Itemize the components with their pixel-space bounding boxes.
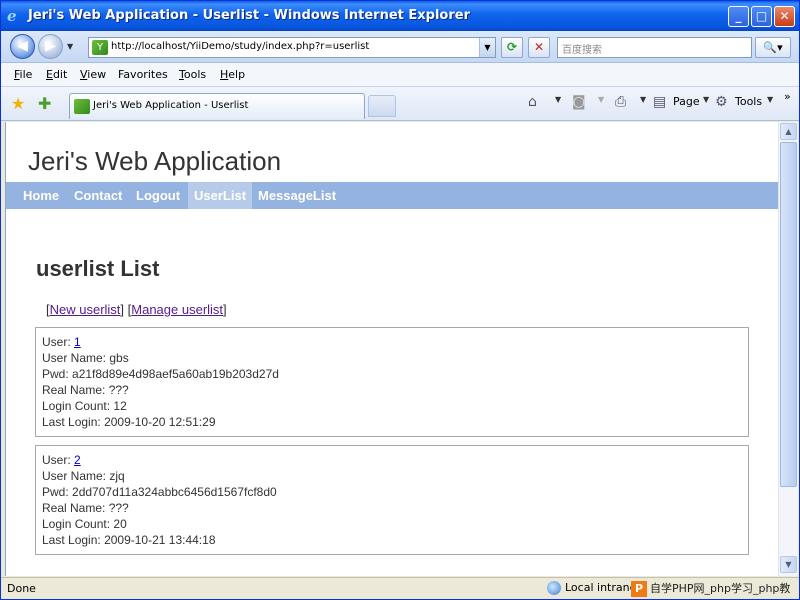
security-zone[interactable]: Local intranet (547, 581, 641, 595)
forward-button[interactable]: ▶ (38, 34, 63, 59)
search-placeholder: 百度搜索 (562, 45, 602, 56)
address-dropdown-icon[interactable]: ▼ (479, 38, 495, 57)
address-url[interactable]: http://localhost/YiiDemo/study/index.php… (111, 41, 369, 52)
add-favorites-icon[interactable]: ✚ (38, 94, 51, 113)
menu-file[interactable]: File (14, 68, 32, 81)
nav-messagelist[interactable]: MessageList (252, 182, 342, 209)
list-item: User: 2 User Name: zjq Pwd: 2dd707d11a32… (35, 445, 749, 555)
page-menu-button[interactable]: Page (673, 95, 700, 108)
lastlogin-value: 2009-10-21 13:44:18 (104, 533, 216, 547)
tools-menu-button[interactable]: Tools (735, 95, 762, 108)
new-tab-button[interactable] (368, 95, 396, 117)
list-item: User: 1 User Name: gbs Pwd: a21f8d89e4d9… (35, 327, 749, 437)
tab-favicon-icon (74, 99, 90, 114)
back-button[interactable]: ◀ (10, 34, 35, 59)
page-content: Jeri's Web Application Home Contact Logo… (5, 122, 778, 576)
status-bar: Done Local intranet P 自学PHP网_php学习_php教 (1, 577, 799, 599)
print-icon[interactable]: ⎙ (615, 94, 626, 110)
ie-icon: e (7, 7, 17, 25)
vertical-scrollbar[interactable]: ▲ ▼ (778, 122, 798, 576)
menu-favorites[interactable]: Favorites (118, 68, 168, 81)
title-bar: e Jeri's Web Application - Userlist - Wi… (1, 1, 799, 31)
nav-home[interactable]: Home (17, 182, 65, 209)
more-chevron-icon[interactable]: » (784, 90, 791, 103)
page-title: userlist List (36, 256, 160, 281)
history-dropdown-icon[interactable]: ▼ (67, 42, 73, 51)
action-links: [New userlist] [Manage userlist] (46, 302, 227, 317)
nav-contact[interactable]: Contact (68, 182, 128, 209)
new-userlist-link[interactable]: New userlist (50, 302, 121, 317)
scroll-up-icon[interactable]: ▲ (780, 123, 797, 140)
feeds-icon[interactable]: ◙ (572, 94, 586, 110)
menu-bar: File Edit View Favorites Tools Help (1, 63, 799, 87)
nav-userlist[interactable]: UserList (188, 182, 253, 209)
address-input[interactable]: Y http://localhost/YiiDemo/study/index.p… (88, 37, 496, 58)
home-dropdown-icon[interactable]: ▼ (555, 95, 561, 104)
user-id-link[interactable]: 2 (74, 453, 81, 467)
site-nav: Home Contact Logout UserList MessageList (6, 182, 778, 209)
menu-edit[interactable]: Edit (46, 68, 67, 81)
intranet-globe-icon (547, 581, 561, 595)
lastlogin-value: 2009-10-20 12:51:29 (104, 415, 216, 429)
scroll-down-icon[interactable]: ▼ (780, 556, 797, 573)
manage-userlist-link[interactable]: Manage userlist (131, 302, 223, 317)
menu-tools[interactable]: Tools (179, 68, 206, 81)
menu-view[interactable]: View (80, 68, 106, 81)
window-title: Jeri's Web Application - Userlist - Wind… (28, 8, 470, 23)
minimize-button[interactable]: _ (728, 6, 749, 27)
pwd-value: 2dd707d11a324abbc6456d1567fcf8d0 (72, 485, 277, 499)
nav-logout[interactable]: Logout (130, 182, 186, 209)
username-value: zjq (109, 469, 125, 483)
scroll-thumb[interactable] (780, 142, 797, 487)
logincount-value: 12 (113, 399, 127, 413)
watermark-logo-icon: P (631, 581, 647, 597)
gear-icon: ⚙ (715, 94, 728, 110)
user-id-link[interactable]: 1 (74, 335, 81, 349)
pwd-value: a21f8d89e4d98aef5a60ab19b203d27d (72, 367, 279, 381)
maximize-button[interactable]: □ (751, 6, 772, 27)
tools-dropdown-icon[interactable]: ▼ (767, 95, 773, 104)
tab-active[interactable]: Jeri's Web Application - Userlist (69, 93, 365, 119)
status-text: Done (7, 582, 36, 595)
username-value: gbs (109, 351, 129, 365)
stop-button[interactable]: ✕ (528, 37, 550, 58)
feeds-dropdown-icon[interactable]: ▼ (598, 95, 604, 104)
realname-value: ??? (108, 501, 129, 515)
favorites-center-icon[interactable]: ★ (11, 94, 25, 113)
realname-value: ??? (108, 383, 129, 397)
search-button[interactable]: 🔍▾ (755, 37, 791, 58)
page-dropdown-icon[interactable]: ▼ (703, 95, 709, 104)
page-icon: ▤ (653, 94, 667, 110)
address-toolbar: ◀ ▶ ▼ Y http://localhost/YiiDemo/study/i… (1, 31, 799, 63)
logincount-value: 20 (113, 517, 127, 531)
browser-window: e Jeri's Web Application - Userlist - Wi… (0, 0, 800, 600)
menu-help[interactable]: Help (220, 68, 245, 81)
print-dropdown-icon[interactable]: ▼ (640, 95, 646, 104)
watermark: P 自学PHP网_php学习_php教 (631, 580, 799, 598)
home-icon[interactable]: ⌂ (528, 94, 537, 110)
refresh-button[interactable]: ⟳ (501, 37, 523, 58)
page-favicon-icon: Y (92, 40, 108, 55)
search-input[interactable]: 百度搜索 (557, 37, 752, 58)
tab-label: Jeri's Web Application - Userlist (93, 100, 249, 111)
site-title: Jeri's Web Application (28, 146, 282, 176)
tab-toolbar: ★ ✚ Jeri's Web Application - Userlist ⌂ … (1, 87, 799, 121)
close-button[interactable]: ✕ (774, 6, 795, 27)
